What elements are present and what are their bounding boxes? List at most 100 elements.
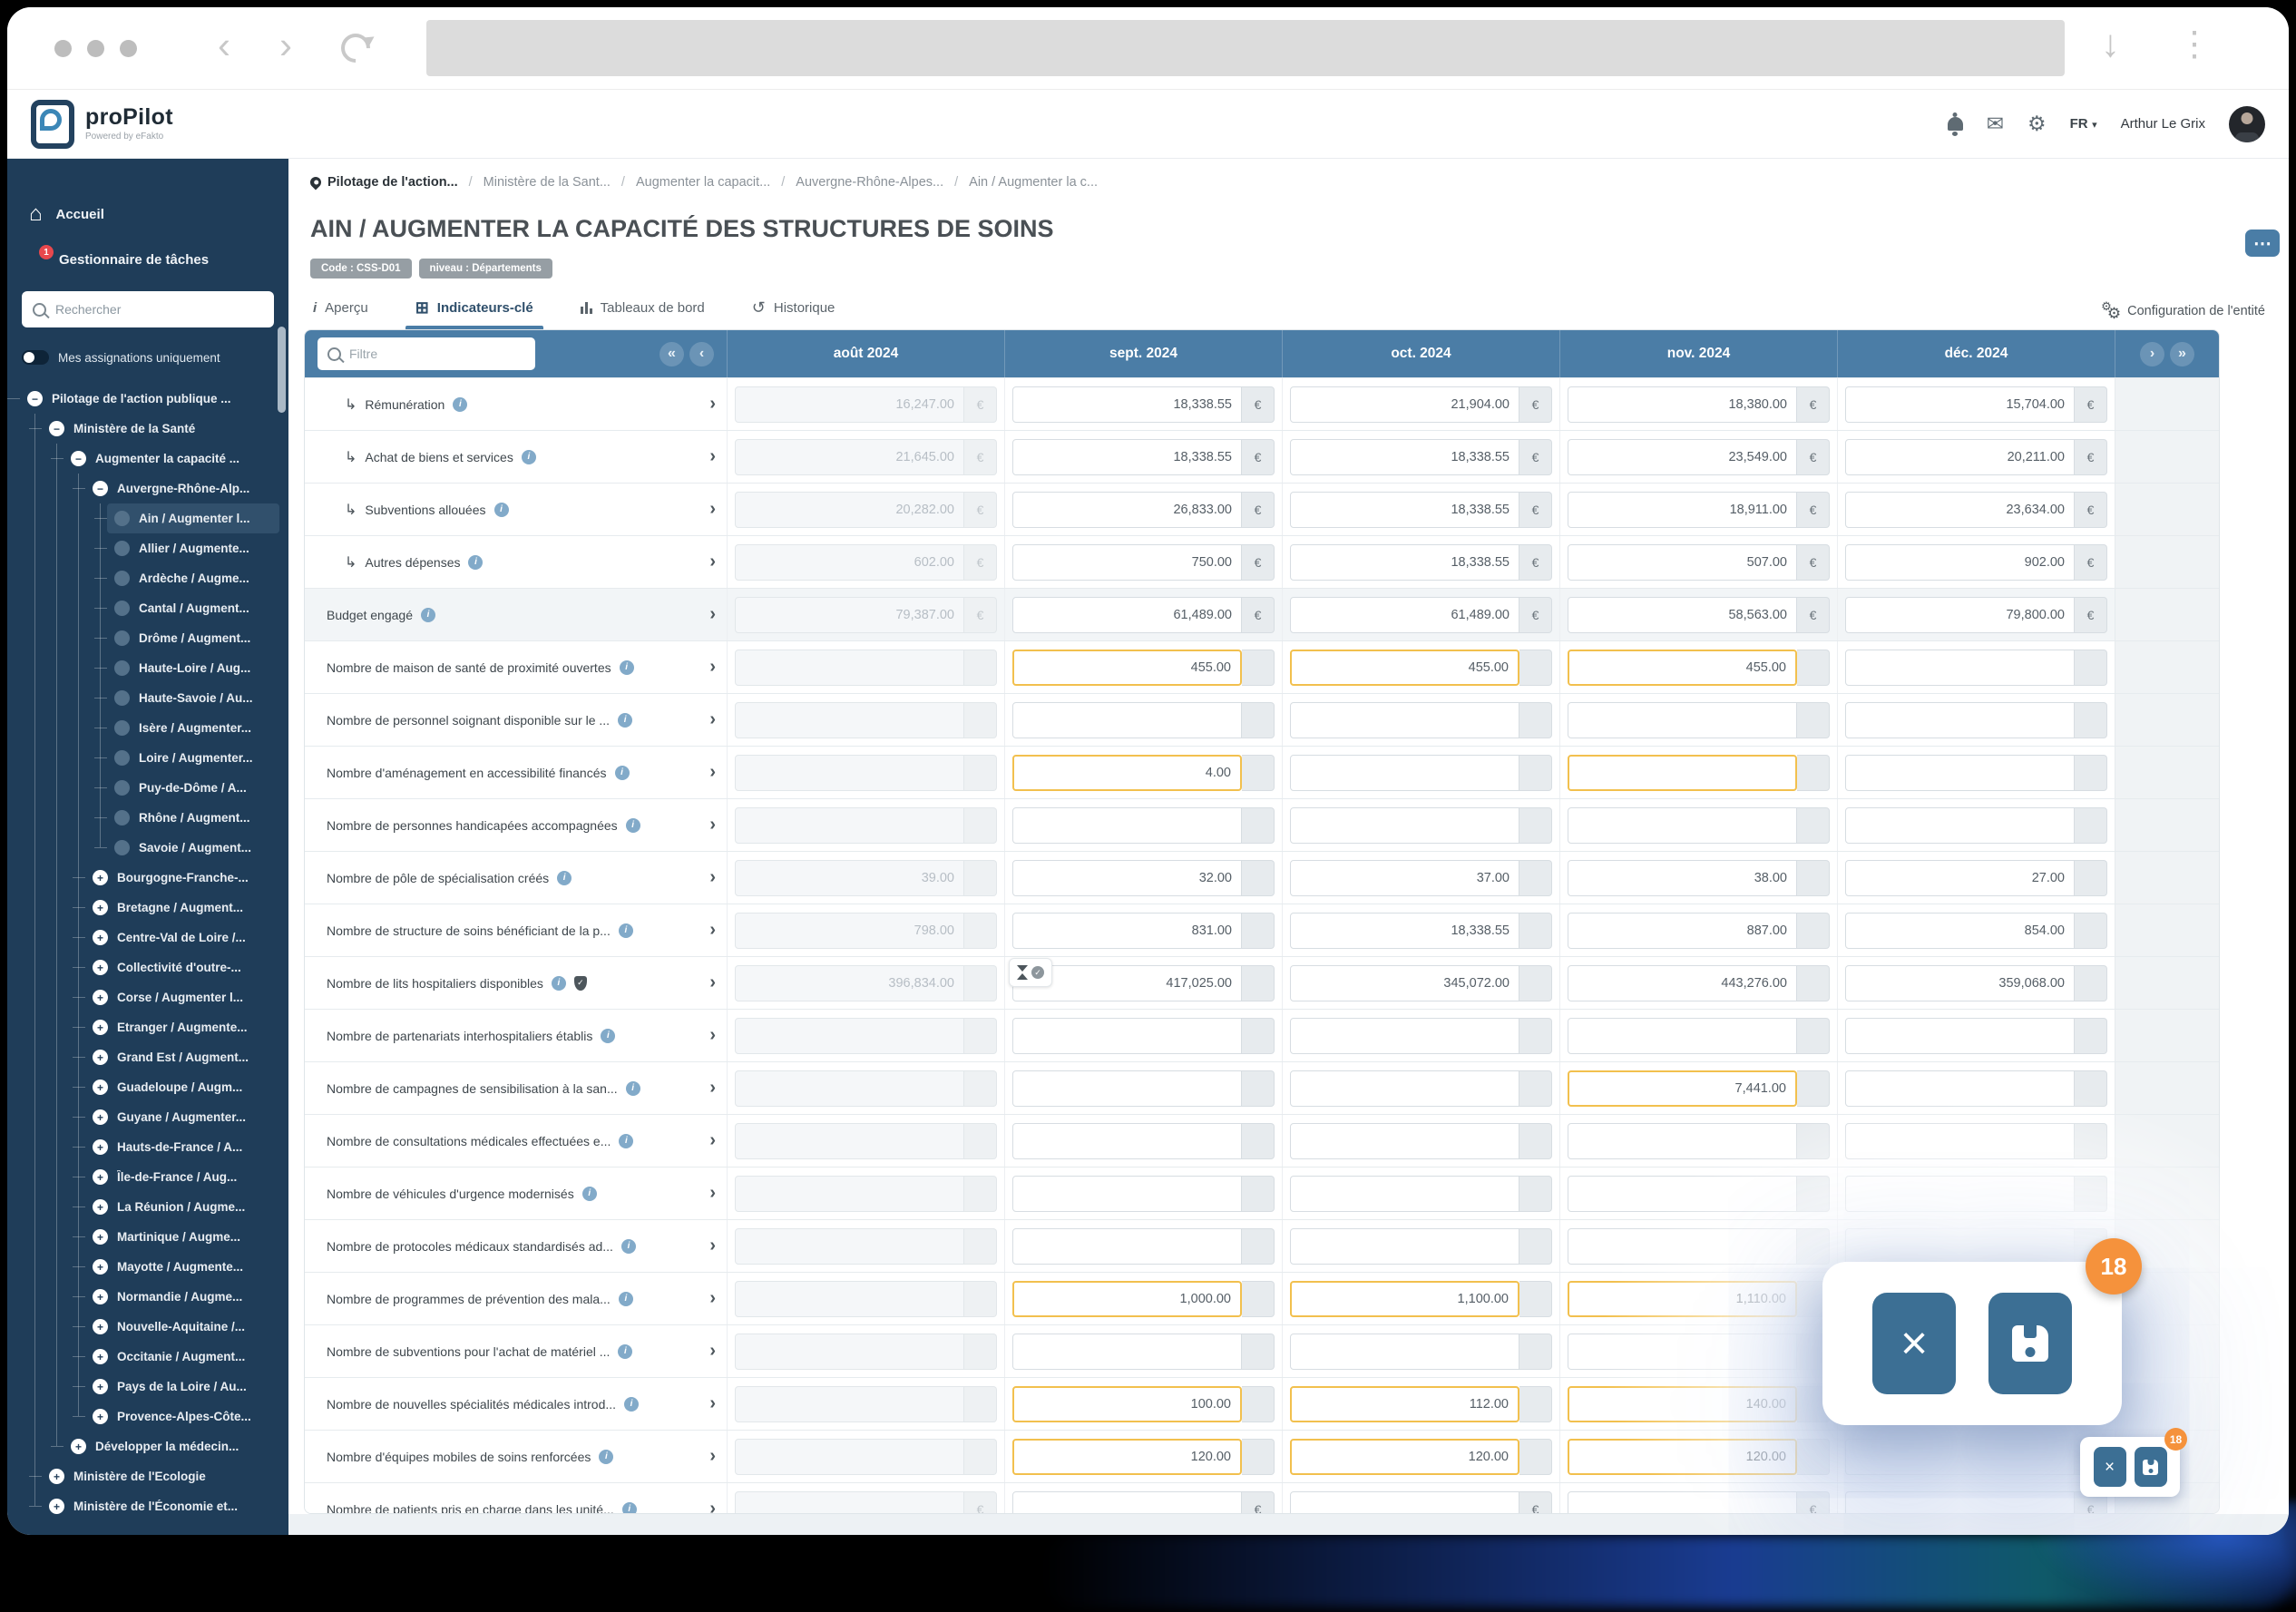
- tree-item[interactable]: +Etranger / Augmente...: [85, 1012, 279, 1042]
- tree-item[interactable]: +Occitanie / Augment...: [85, 1342, 279, 1372]
- window-minimize-button[interactable]: [87, 40, 104, 57]
- tree-expand-icon[interactable]: +: [93, 990, 108, 1005]
- tree-item[interactable]: +Pays de la Loire / Au...: [85, 1372, 279, 1402]
- info-icon[interactable]: i: [626, 818, 640, 833]
- tree-expand-icon[interactable]: +: [93, 1349, 108, 1364]
- tree-item[interactable]: Cantal / Augment...: [107, 593, 279, 623]
- tree-collapse-icon[interactable]: −: [93, 481, 108, 496]
- info-icon[interactable]: i: [619, 1134, 633, 1148]
- tree-item[interactable]: Drôme / Augment...: [107, 623, 279, 653]
- tree-item[interactable]: +Guadeloupe / Augm...: [85, 1072, 279, 1102]
- tree-item[interactable]: Puy-de-Dôme / A...: [107, 773, 279, 803]
- row-expand-icon[interactable]: ›: [709, 604, 716, 625]
- value-box[interactable]: [1845, 650, 2075, 686]
- messages-envelope-icon[interactable]: ✉: [1987, 113, 2004, 134]
- value-box[interactable]: [1290, 1176, 1519, 1212]
- value-box[interactable]: [1290, 1070, 1519, 1107]
- value-box[interactable]: [1845, 1491, 2075, 1515]
- value-box[interactable]: 359,068.00: [1845, 965, 2075, 1001]
- value-box[interactable]: [1845, 702, 2075, 738]
- info-icon[interactable]: i: [621, 1239, 636, 1254]
- row-expand-icon[interactable]: ›: [709, 920, 716, 941]
- row-expand-icon[interactable]: ›: [709, 1499, 716, 1514]
- tree-item[interactable]: +Provence-Alpes-Côte...: [85, 1402, 279, 1431]
- tree-item[interactable]: Ardèche / Augme...: [107, 563, 279, 593]
- tree-expand-icon[interactable]: +: [71, 1439, 86, 1454]
- info-icon[interactable]: i: [622, 1502, 637, 1515]
- tree-expand-icon[interactable]: +: [93, 1109, 108, 1125]
- address-bar[interactable]: [426, 20, 2065, 76]
- row-expand-icon[interactable]: ›: [709, 1130, 716, 1151]
- value-box[interactable]: 18,380.00: [1568, 386, 1797, 423]
- browser-forward-icon[interactable]: ›: [279, 24, 292, 67]
- value-box[interactable]: 26,833.00: [1012, 492, 1242, 528]
- row-expand-icon[interactable]: ›: [709, 762, 716, 783]
- tree-expand-icon[interactable]: +: [93, 1169, 108, 1185]
- value-box[interactable]: [1290, 755, 1519, 791]
- row-expand-icon[interactable]: ›: [709, 499, 716, 520]
- row-expand-icon[interactable]: ›: [709, 1446, 716, 1467]
- value-box[interactable]: [1568, 1123, 1797, 1159]
- value-box[interactable]: [1845, 1123, 2075, 1159]
- info-icon[interactable]: i: [624, 1397, 639, 1412]
- value-box[interactable]: [1012, 1123, 1242, 1159]
- tree-expand-icon[interactable]: +: [93, 1080, 108, 1095]
- value-box[interactable]: 18,338.55: [1290, 913, 1519, 949]
- tree-expand-icon[interactable]: +: [93, 1199, 108, 1215]
- value-box[interactable]: 61,489.00: [1012, 597, 1242, 633]
- tree-item[interactable]: −Auvergne-Rhône-Alp...: [85, 474, 279, 503]
- info-icon[interactable]: i: [557, 871, 572, 885]
- value-box[interactable]: 18,338.55: [1012, 386, 1242, 423]
- value-box[interactable]: [1290, 1123, 1519, 1159]
- value-box[interactable]: 112.00: [1290, 1386, 1519, 1422]
- breadcrumb-item[interactable]: Ain / Augmenter la c...: [969, 175, 1098, 190]
- value-box[interactable]: 345,072.00: [1290, 965, 1519, 1001]
- tree-item[interactable]: −Pilotage de l'action publique ...: [20, 384, 279, 414]
- filter-input[interactable]: Filtre: [318, 337, 535, 370]
- tree-collapse-icon[interactable]: −: [71, 451, 86, 466]
- tree-expand-icon[interactable]: +: [93, 1409, 108, 1424]
- value-box[interactable]: [1845, 1018, 2075, 1054]
- value-box[interactable]: [1290, 1334, 1519, 1370]
- tree-item[interactable]: −Augmenter la capacité ...: [64, 444, 279, 474]
- browser-menu-icon[interactable]: ⋮: [2177, 24, 2212, 64]
- columns-first-button[interactable]: «: [659, 342, 684, 366]
- app-logo[interactable]: proPilot Powered by eFakto: [31, 100, 173, 149]
- browser-back-icon[interactable]: ‹: [218, 24, 230, 67]
- value-box[interactable]: 120.00: [1568, 1439, 1797, 1475]
- value-box[interactable]: [1290, 702, 1519, 738]
- row-expand-icon[interactable]: ›: [709, 815, 716, 835]
- value-box[interactable]: 750.00: [1012, 544, 1242, 581]
- language-selector[interactable]: FR ▾: [2070, 116, 2097, 132]
- row-expand-icon[interactable]: ›: [709, 1025, 716, 1046]
- value-box[interactable]: 15,704.00: [1845, 386, 2075, 423]
- info-icon[interactable]: i: [601, 1029, 615, 1043]
- tree-item[interactable]: +Ministère de l'Économie et...: [42, 1491, 279, 1521]
- info-icon[interactable]: i: [468, 555, 483, 570]
- assignments-toggle[interactable]: [22, 350, 49, 365]
- value-box[interactable]: 18,911.00: [1568, 492, 1797, 528]
- tree-item[interactable]: Haute-Savoie / Au...: [107, 683, 279, 713]
- value-box[interactable]: [1845, 755, 2075, 791]
- value-box[interactable]: [1012, 1334, 1242, 1370]
- cancel-changes-button[interactable]: ×: [2094, 1447, 2126, 1487]
- value-box[interactable]: 100.00: [1012, 1386, 1242, 1422]
- breadcrumb-item[interactable]: Augmenter la capacit...: [636, 175, 770, 190]
- value-box[interactable]: 120.00: [1012, 1439, 1242, 1475]
- row-expand-icon[interactable]: ›: [709, 657, 716, 678]
- entity-configuration-link[interactable]: ⚙⚙ Configuration de l'entité: [2101, 302, 2265, 320]
- value-box[interactable]: 61,489.00: [1290, 597, 1519, 633]
- tree-expand-icon[interactable]: +: [93, 1259, 108, 1275]
- value-box[interactable]: 887.00: [1568, 913, 1797, 949]
- value-box[interactable]: [1845, 1439, 2075, 1475]
- value-box[interactable]: 21,904.00: [1290, 386, 1519, 423]
- value-box[interactable]: [1568, 1176, 1797, 1212]
- value-box[interactable]: [1845, 807, 2075, 844]
- value-box[interactable]: 140.00: [1568, 1386, 1797, 1422]
- value-box[interactable]: 455.00: [1012, 650, 1242, 686]
- value-box[interactable]: 455.00: [1290, 650, 1519, 686]
- row-expand-icon[interactable]: ›: [709, 1341, 716, 1362]
- row-expand-icon[interactable]: ›: [709, 394, 716, 415]
- value-box[interactable]: [1845, 1228, 2075, 1265]
- row-expand-icon[interactable]: ›: [709, 867, 716, 888]
